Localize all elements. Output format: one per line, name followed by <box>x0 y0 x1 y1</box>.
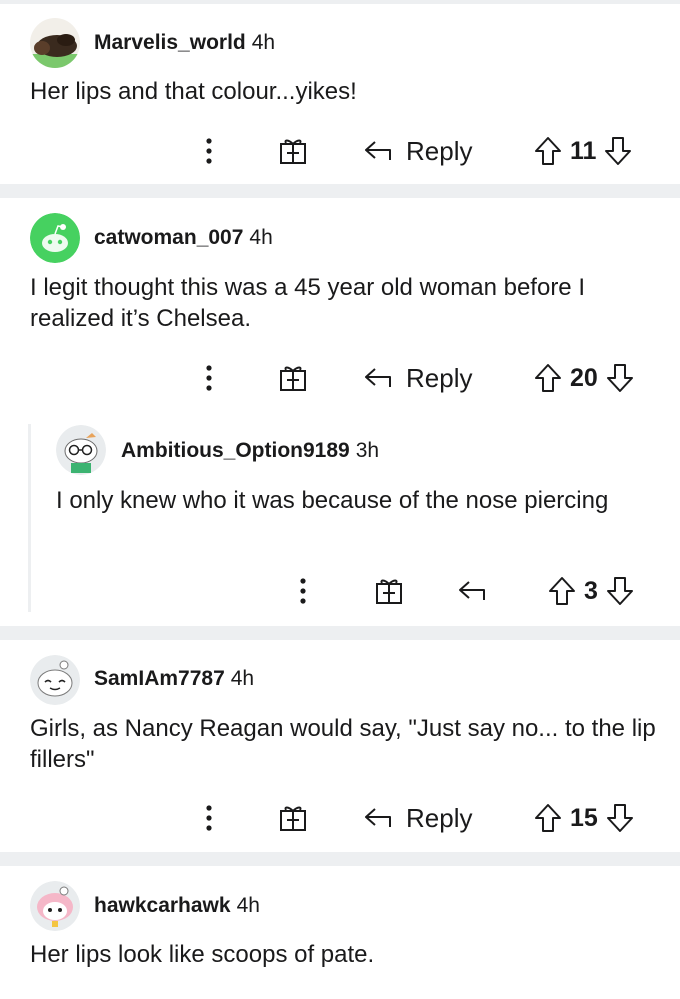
timestamp: 3h <box>355 439 380 462</box>
username[interactable]: Marvelis_world <box>94 31 246 54</box>
more-options-button[interactable] <box>196 803 222 833</box>
upvote-icon[interactable] <box>534 803 562 833</box>
vote-controls: 15 <box>534 800 634 836</box>
timestamp: 4h <box>249 226 273 249</box>
snoo-white-avatar[interactable] <box>30 655 80 705</box>
reply-arrow-icon <box>365 808 391 827</box>
vote-count: 15 <box>570 803 598 832</box>
comment-separator <box>0 626 680 640</box>
vote-count: 20 <box>570 363 598 392</box>
comment-text: Her lips and that colour...yikes! <box>30 78 357 105</box>
downvote-icon[interactable] <box>606 803 634 833</box>
timestamp: 4h <box>230 667 255 690</box>
award-button[interactable] <box>276 803 310 833</box>
award-button[interactable] <box>276 136 310 166</box>
snoo-pink-avatar[interactable] <box>30 881 80 931</box>
username[interactable]: Ambitious_Option9189 <box>121 439 350 462</box>
award-button[interactable] <box>276 363 310 393</box>
dog-avatar[interactable] <box>30 18 80 68</box>
more-options-button[interactable] <box>196 363 222 393</box>
reply-label: Reply <box>406 135 473 166</box>
timestamp: 4h <box>251 31 276 54</box>
reply-button[interactable]: Reply <box>364 133 472 169</box>
reply-arrow-icon <box>365 141 391 160</box>
vote-count: 3 <box>584 576 598 605</box>
comment-meta: Marvelis_world 4h <box>94 30 275 56</box>
timestamp: 4h <box>236 894 260 917</box>
more-vertical-icon <box>206 365 212 391</box>
vote-controls: 3 <box>548 573 634 609</box>
comment-text: I legit thought this was a 45 year old w… <box>30 274 585 332</box>
top-separator <box>0 0 680 4</box>
more-vertical-icon <box>300 578 306 604</box>
comment-meta: SamIAm7787 4h <box>94 666 254 692</box>
comment-text: Her lips look like scoops of pate. <box>30 941 375 968</box>
downvote-icon[interactable] <box>606 363 634 393</box>
upvote-icon[interactable] <box>548 576 576 606</box>
comment-separator <box>0 852 680 866</box>
upvote-icon[interactable] <box>534 136 562 166</box>
downvote-icon[interactable] <box>604 136 632 166</box>
reply-arrow-icon <box>459 581 485 600</box>
comment-meta: Ambitious_Option9189 3h <box>121 438 379 464</box>
gift-icon <box>280 366 306 391</box>
vote-count: 11 <box>570 136 597 165</box>
gift-icon <box>280 139 306 164</box>
snoo-green-avatar[interactable] <box>30 213 80 263</box>
vote-controls: 11 <box>534 133 632 169</box>
vote-controls: 20 <box>534 360 634 396</box>
comment-separator <box>0 184 680 198</box>
comment-meta: hawkcarhawk 4h <box>94 893 260 919</box>
username[interactable]: hawkcarhawk <box>94 894 231 917</box>
snoo-glasses-avatar[interactable] <box>56 425 106 475</box>
reply-button[interactable] <box>458 573 486 609</box>
upvote-icon[interactable] <box>534 363 562 393</box>
more-vertical-icon <box>206 138 212 164</box>
reply-label: Reply <box>406 362 473 393</box>
more-options-button[interactable] <box>290 576 316 606</box>
gift-icon <box>280 806 306 831</box>
reply-button[interactable]: Reply <box>364 360 472 396</box>
username[interactable]: catwoman_007 <box>94 226 243 249</box>
username[interactable]: SamIAm7787 <box>94 667 225 690</box>
comment-text: Girls, as Nancy Reagan would say, "Just … <box>30 715 656 773</box>
thread-line[interactable] <box>28 424 31 612</box>
downvote-icon[interactable] <box>606 576 634 606</box>
more-options-button[interactable] <box>196 136 222 166</box>
reply-label: Reply <box>406 802 473 833</box>
reply-arrow-icon <box>365 368 391 387</box>
reply-button[interactable]: Reply <box>364 800 472 836</box>
award-button[interactable] <box>372 576 406 606</box>
gift-icon <box>376 579 402 604</box>
comment-meta: catwoman_007 4h <box>94 225 273 251</box>
more-vertical-icon <box>206 805 212 831</box>
comment-text: I only knew who it was because of the no… <box>56 487 609 514</box>
